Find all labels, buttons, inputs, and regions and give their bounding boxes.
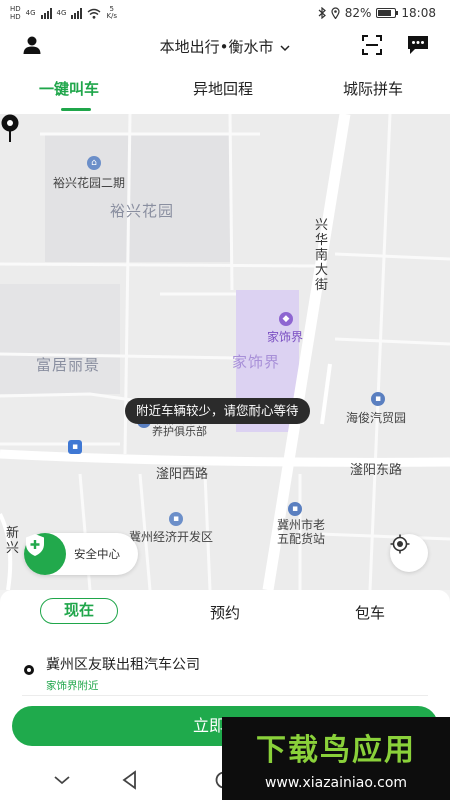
map-label-jizhou-store-line1: 冀州市老 [277,518,326,532]
map-label-fuyang-east-road: 滏阳东路 [350,463,403,478]
shop-poi-icon: ◆ [279,312,293,326]
battery-percent: 82% [344,6,372,20]
tab-intercity-carpool[interactable]: 城际拼车 [343,78,403,99]
locate-me-button[interactable] [390,534,428,572]
map-label-jizhou-store-line2: 五配货站 [277,532,326,546]
map-label-jizhou-store: 冀州市老 五配货站 [277,518,325,546]
origin-address[interactable]: 冀州区友联出租汽车公司 [46,654,200,674]
signal-icon-2 [71,7,83,19]
signal-icon [40,7,52,19]
mode-reserve[interactable]: 预约 [210,602,240,623]
map-label-jizhou-dev-zone: 冀州经济开发区 [129,530,214,544]
status-left: HD HD 4G 4G 5 K/s [10,4,117,21]
service-tabs: 一键叫车 异地回程 城际拼车 [0,66,450,114]
status-bar: HD HD 4G 4G 5 K/s 82% 18:08 [0,0,450,26]
map-label-jiashijie-area: 家饰界 [232,353,281,371]
map-label-fuju-lijing: 富居丽景 [36,356,101,374]
map-view[interactable]: ⌂ ◆ ▪ ▪ ▪ ▪ ▪ 裕兴花园二期 裕兴花园 兴华南大街 家饰界 家饰界 … [0,114,450,590]
origin-dot-icon [24,665,34,675]
city-selector[interactable]: 本地出行•衡水市 [0,36,450,57]
tab-return-trip[interactable]: 异地回程 [193,78,253,99]
app-header: 本地出行•衡水市 [0,26,450,66]
sim-indicators: HD HD [10,4,21,21]
back-icon[interactable] [118,768,142,792]
map-label-xinxing: 新兴 [6,526,20,556]
net-speed: 5 K/s [106,6,117,20]
tab-active-indicator [61,108,91,111]
message-icon[interactable] [406,34,430,56]
location-status-icon [331,7,340,19]
chevron-down-icon [280,44,290,51]
car-poi-icon: ▪ [371,392,385,406]
building-poi-icon: ▪ [169,512,183,526]
network-type-1: 4G [25,8,36,17]
map-label-fuyang-west-road: 滏阳西路 [156,467,209,482]
divider [22,695,428,696]
map-label-xinghua-south-street: 兴华南大街 [315,218,329,293]
clock: 18:08 [401,6,436,20]
site-watermark: 下载鸟应用 www.xiazainiao.com [222,717,450,800]
sim2-label: HD [10,12,21,21]
map-label-jiashijie: 家饰界 [267,330,304,344]
shield-icon [24,533,66,575]
battery-icon [376,8,399,18]
safety-center-button[interactable]: 安全中心 [24,533,138,575]
watermark-url: www.xiazainiao.com [264,775,408,791]
nearby-vehicles-tooltip: 附近车辆较少，请您耐心等待 [125,398,310,424]
city-selector-label: 本地出行•衡水市 [159,38,274,56]
store-poi-icon: ▪ [288,502,302,516]
residence-poi-icon: ⌂ [87,156,101,170]
wifi-icon [87,8,101,19]
tab-one-click-taxi[interactable]: 一键叫车 [39,78,99,99]
watermark-title: 下载鸟应用 [256,733,416,768]
mode-now[interactable]: 现在 [40,598,118,624]
network-type-2: 4G [56,8,67,17]
scan-icon[interactable] [362,35,382,55]
safety-center-label: 安全中心 [74,547,120,561]
location-pin-icon [1,114,19,142]
map-label-yuxing-garden-2: 裕兴花园二期 [53,176,126,190]
sim1-label: HD [10,4,21,13]
bluetooth-icon [318,7,326,19]
status-right: 82% 18:08 [318,6,436,20]
map-label-auto-club-line2: 养护俱乐部 [152,425,207,438]
map-label-yuxing-garden: 裕兴花园 [110,202,175,220]
chevron-down-icon[interactable] [50,768,74,792]
mode-charter[interactable]: 包车 [355,602,385,623]
map-label-haijun-auto: 海俊汽贸园 [346,411,407,425]
crosshair-icon [390,534,410,554]
bus-stop-icon: ▪ [68,440,82,454]
net-speed-unit: K/s [106,12,118,20]
origin-hint: 家饰界附近 [46,680,99,692]
